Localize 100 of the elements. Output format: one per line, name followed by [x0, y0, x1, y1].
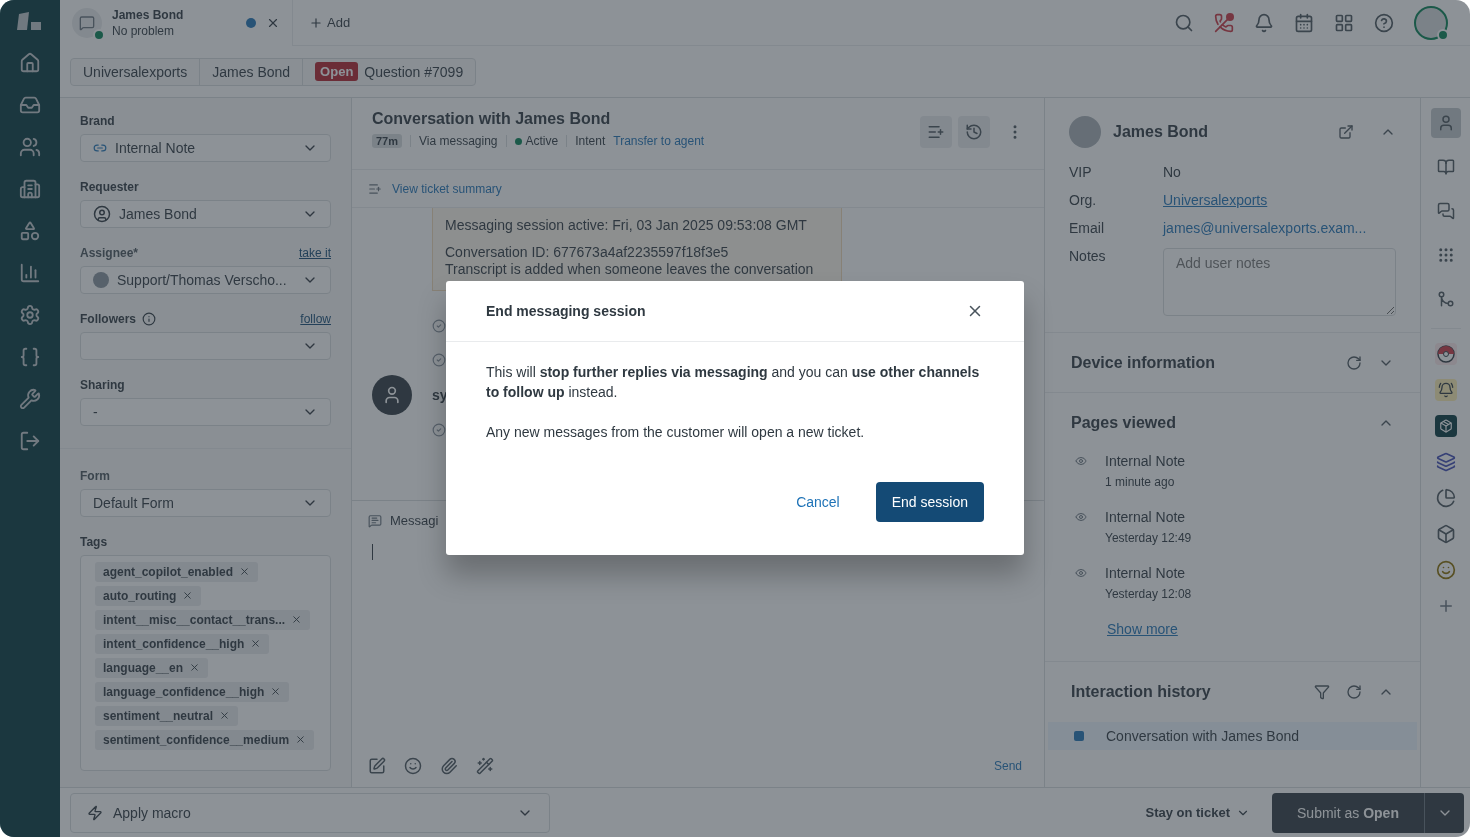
layers-icon[interactable] — [1434, 451, 1457, 473]
summary-link[interactable]: View ticket summary — [392, 181, 502, 196]
avatar[interactable] — [1414, 5, 1448, 40]
summary-button[interactable] — [920, 116, 952, 148]
inbox-icon[interactable] — [19, 94, 41, 116]
organization-link[interactable]: Universalexports — [1163, 192, 1396, 208]
detail-label: Email — [1069, 220, 1105, 236]
bell-icon[interactable] — [1254, 12, 1274, 33]
remove-icon[interactable] — [295, 734, 307, 746]
braces-icon[interactable] — [19, 346, 41, 368]
smiley-icon[interactable] — [1434, 559, 1457, 581]
macro-field[interactable]: Apply macro — [70, 792, 550, 833]
remove-icon[interactable] — [219, 710, 231, 722]
send-button[interactable]: Send — [987, 758, 1028, 774]
summary-icon — [368, 181, 382, 196]
users-icon[interactable] — [19, 136, 41, 158]
wrench-icon[interactable] — [19, 388, 41, 410]
person-icon — [93, 205, 111, 223]
notes-field[interactable]: Add user notes — [1163, 248, 1396, 316]
message-text: Messaging session active: Fri, 03 Jan 2025 09:53:08 GMT — [445, 217, 808, 234]
edit-icon[interactable] — [368, 757, 386, 775]
stay-on-ticket-button[interactable]: Stay on ticket — [1139, 804, 1256, 821]
package-icon[interactable] — [1434, 415, 1457, 437]
modal-title: End messaging session — [486, 303, 647, 319]
breadcrumb-link[interactable]: Open Question #7099 — [303, 58, 476, 85]
message-text: Transcript is added when someone leaves the conversation — [445, 261, 815, 278]
field-label: Requester — [80, 180, 139, 194]
grid-icon[interactable] — [1334, 12, 1354, 33]
tags-field[interactable]: agent_copilot_enabled auto_routing intent__misc__contact__trans... intent_confidence__high language__en language_confidence__high sentiment__neutral sentiment_confidence__medium — [80, 555, 331, 771]
remove-icon[interactable] — [250, 638, 262, 650]
filter-icon[interactable] — [1314, 684, 1330, 700]
select-field[interactable] — [80, 332, 331, 361]
page-time: Yesterday 12:08 — [1105, 587, 1192, 601]
magic-wand-icon[interactable] — [476, 757, 494, 775]
phone-off-icon[interactable] — [1214, 12, 1234, 33]
settings-icon[interactable] — [19, 304, 41, 326]
breadcrumb-label: James Bond — [212, 63, 291, 80]
submit-button[interactable]: Submit as Open — [1272, 792, 1424, 833]
cancel-button[interactable]: Cancel — [780, 484, 856, 520]
show-more-link[interactable]: Show more — [1107, 621, 1420, 637]
history-button[interactable] — [958, 116, 990, 148]
exit-icon[interactable] — [19, 430, 41, 452]
eye-icon — [1075, 567, 1087, 579]
plus-icon — [309, 15, 323, 30]
ball-icon[interactable] — [1434, 343, 1457, 365]
breadcrumb-link[interactable]: James Bond — [200, 58, 304, 85]
message-icon — [368, 513, 382, 528]
person-icon[interactable] — [1430, 108, 1461, 138]
shapes-icon[interactable] — [19, 220, 41, 242]
breadcrumb-label: Universalexports — [83, 63, 188, 80]
breadcrumb-link[interactable]: Universalexports — [71, 58, 201, 85]
search-icon[interactable] — [1174, 12, 1194, 33]
remove-icon[interactable] — [270, 686, 282, 698]
ticket-tab[interactable]: James Bond No problem — [60, 0, 293, 46]
page-time: 1 minute ago — [1105, 475, 1176, 489]
status-dot — [514, 137, 522, 145]
remove-icon[interactable] — [189, 662, 201, 674]
bar-chart-icon[interactable] — [19, 262, 41, 284]
emoji-icon[interactable] — [404, 757, 422, 775]
pie-chart-icon[interactable] — [1434, 487, 1457, 509]
tag: sentiment_confidence__medium — [95, 730, 315, 750]
tag: language_confidence__high — [95, 682, 290, 702]
transfer-link[interactable]: Transfer to agent — [613, 134, 705, 148]
submit-options-button[interactable] — [1424, 792, 1464, 833]
detail-label: Org. — [1069, 192, 1098, 208]
logo-icon[interactable] — [17, 10, 43, 32]
history-item[interactable]: Conversation with James Bond — [1048, 722, 1417, 750]
tab-title: James Bond — [112, 6, 185, 23]
select-field[interactable]: - — [80, 398, 331, 427]
help-icon[interactable] — [1374, 12, 1394, 33]
user-avatar-icon — [372, 375, 412, 415]
remove-icon[interactable] — [239, 566, 251, 578]
check-icon — [432, 423, 446, 437]
end-session-button[interactable]: End session — [875, 482, 984, 522]
select-field[interactable]: Internal Note — [80, 134, 331, 162]
eye-icon — [1075, 511, 1087, 523]
email-link[interactable]: james@universalexports.exam... — [1163, 220, 1396, 236]
page-title: Internal Note — [1105, 509, 1187, 525]
building-icon[interactable] — [19, 178, 41, 200]
field-label: Form — [80, 468, 110, 483]
remove-icon[interactable] — [182, 590, 194, 602]
history-icon — [965, 123, 983, 141]
remove-icon[interactable] — [291, 614, 303, 626]
home-icon[interactable] — [19, 52, 41, 74]
bell-icon[interactable] — [1434, 379, 1457, 401]
tag: sentiment__neutral — [95, 706, 239, 726]
add-tab-button[interactable]: Add — [305, 11, 355, 34]
calendar-icon[interactable] — [1294, 12, 1314, 33]
refresh-icon[interactable] — [1346, 684, 1362, 700]
history-title: Conversation with James Bond — [1106, 728, 1299, 744]
external-link-icon[interactable] — [1338, 124, 1354, 140]
field-label: Followers — [80, 312, 136, 327]
field-link[interactable]: follow — [300, 312, 331, 327]
select-field[interactable]: James Bond — [80, 200, 331, 229]
status-badge: Open — [315, 62, 359, 81]
detail-label: VIP — [1069, 164, 1093, 180]
chat-icon — [72, 7, 102, 38]
conversation-title: Conversation with James Bond — [372, 110, 612, 128]
refresh-icon[interactable] — [1346, 354, 1362, 371]
attachment-icon[interactable] — [440, 757, 458, 775]
